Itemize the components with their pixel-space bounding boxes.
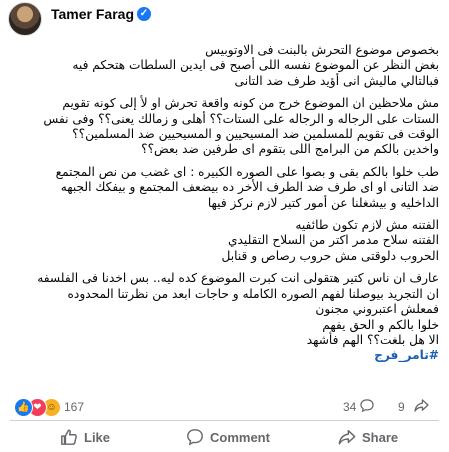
post-text: بخصوص موضوع التحرش بالبنت فى الاوتوبيس بغ…	[7, 43, 439, 364]
reaction-summary[interactable]: 👍 ❤ ☺ 167 34 9	[0, 398, 449, 420]
post-line: فبالتالي ماليش انى أؤيد طرف ضد التانى	[234, 73, 439, 88]
comment-button[interactable]: Comment	[186, 424, 270, 450]
comment-label: Comment	[210, 429, 270, 445]
post-line: بخصوص موضوع التحرش بالبنت فى الاوتوبيس	[205, 43, 439, 57]
share-count-icon	[414, 399, 429, 412]
post-line: ضد التانى او اى طرف ضد الطرف الأخر ده بي…	[60, 180, 439, 195]
post-line: الا هل بلغت؟؟ الهم فأشهد	[306, 332, 439, 347]
reaction-count[interactable]: 167	[64, 400, 84, 414]
comment-count-icon	[360, 399, 374, 412]
avatar[interactable]	[8, 2, 42, 36]
share-button[interactable]: Share	[338, 424, 398, 450]
like-reaction-icon: 👍	[14, 398, 33, 417]
thumbs-up-icon	[61, 429, 77, 445]
post-line: الوقت فى تقويم للمسلمين ضد المسيحيين و ا…	[72, 127, 439, 142]
verified-badge-icon: ✓	[137, 7, 151, 21]
post-line: طب خلوا بالكم بقى و بصوا على الصوره الكب…	[55, 164, 439, 179]
post-line: بغض النظر عن الموضوع نفسه اللى أصبح فى ا…	[72, 58, 439, 73]
post-line: خلوا بالكم و الحق يفهم	[322, 317, 439, 332]
author-name[interactable]: Tamer Farag	[51, 6, 134, 22]
post-line: الحروب دلوقتى مش حروب رصاص و قنابل	[221, 248, 439, 263]
post-line: عارف ان ناس كتير هتقولى انت كبرت الموضوع…	[37, 271, 439, 286]
comment-icon	[187, 429, 203, 446]
comment-count[interactable]: 34	[343, 400, 356, 414]
divider	[10, 420, 439, 421]
post-line: الفتنه مش لازم تكون طائفيه	[295, 218, 439, 233]
post-line: واخدين بالكم من البرامج اللى بتقوم اى طر…	[141, 142, 439, 157]
post-line: ان التجريد بيوصلنا لفهم الصوره الكامله و…	[67, 286, 439, 301]
share-count[interactable]: 9	[398, 400, 405, 414]
share-icon	[338, 429, 356, 445]
like-label: Like	[84, 429, 111, 445]
share-label: Share	[362, 429, 399, 445]
post-actions: Like Comment Share	[0, 422, 449, 452]
post-line: مش ملاحظين ان الموضوع خرج من كونه واقعة …	[62, 96, 439, 111]
post-line: فمعلش اعتبروني مجنون	[315, 302, 439, 317]
post-line: الستات على الرجاله و الرجاله على الستات؟…	[43, 111, 439, 126]
like-button[interactable]: Like	[60, 424, 110, 450]
post-line: الفتنه سلاح مدمر اكتر من السلاح التقليدي	[227, 233, 439, 248]
post-header: Tamer Farag ✓	[0, 0, 449, 40]
post-line: الداخليه و بيشغلنا عن أمور كتير لازم نرك…	[207, 195, 439, 210]
hashtag-link[interactable]: #تامر_فرج	[7, 348, 439, 363]
